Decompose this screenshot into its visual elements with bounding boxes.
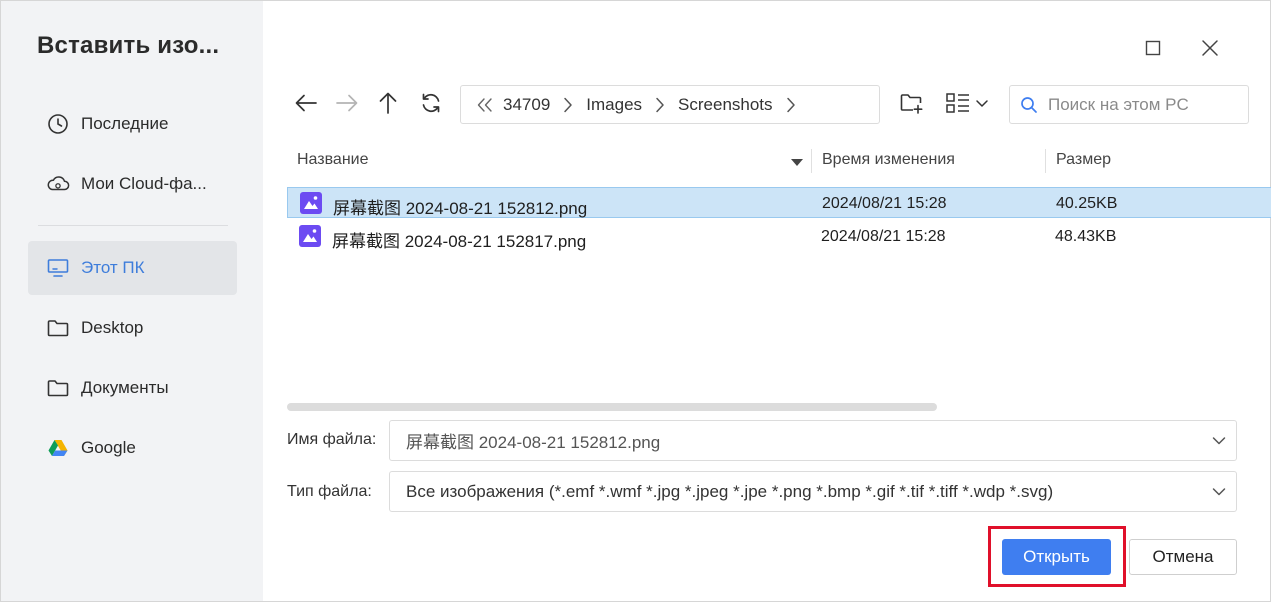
sort-descending-icon <box>791 154 803 172</box>
file-row[interactable]: 屏幕截图 2024-08-21 152812.png 2024/08/21 15… <box>287 187 1271 218</box>
chevron-right-icon <box>556 95 580 115</box>
refresh-icon <box>420 92 442 119</box>
chevron-down-icon[interactable] <box>1212 484 1226 505</box>
image-file-icon <box>300 192 322 214</box>
dialog-title: Вставить изо... <box>37 32 220 59</box>
address-bar[interactable]: 34709 Images Screenshots <box>460 85 880 124</box>
forward-arrow-icon <box>335 93 359 118</box>
monitor-icon <box>46 256 70 280</box>
column-header-size[interactable]: Размер <box>1056 151 1111 169</box>
google-drive-icon <box>46 436 70 460</box>
file-size: 40.25KB <box>1056 195 1118 212</box>
file-modified: 2024/08/21 15:28 <box>821 228 946 245</box>
filetype-select[interactable]: Все изображения (*.emf *.wmf *.jpg *.jpe… <box>389 471 1237 512</box>
up-button[interactable] <box>373 90 403 120</box>
column-divider[interactable] <box>1045 149 1046 173</box>
up-arrow-icon <box>378 91 398 120</box>
chevron-right-icon <box>648 95 672 115</box>
forward-button[interactable] <box>332 90 362 120</box>
close-icon <box>1201 39 1219 62</box>
filetype-label: Тип файла: <box>287 483 372 500</box>
sidebar-item-google[interactable]: Google <box>28 421 237 475</box>
view-mode-button[interactable] <box>944 90 992 120</box>
folder-icon <box>46 316 70 340</box>
sidebar-item-cloud[interactable]: Мои Cloud-фа... <box>28 157 237 211</box>
filename-field[interactable]: 屏幕截图 2024-08-21 152812.png <box>389 420 1237 461</box>
sidebar-item-desktop[interactable]: Desktop <box>28 301 237 355</box>
search-icon <box>1020 96 1038 119</box>
new-folder-icon <box>900 92 924 119</box>
cloud-icon <box>46 172 70 196</box>
sidebar-item-label: Документы <box>81 378 169 397</box>
new-folder-button[interactable] <box>897 90 927 120</box>
file-row[interactable]: 屏幕截图 2024-08-21 152817.png 2024/08/21 15… <box>287 221 1271 252</box>
breadcrumb-item[interactable]: Images <box>580 95 648 115</box>
sidebar: Вставить изо... Последние Мои Cloud-фа..… <box>1 1 263 601</box>
image-file-icon <box>299 225 321 247</box>
sidebar-item-label: Мои Cloud-фа... <box>81 174 207 193</box>
sidebar-item-this-pc[interactable]: Этот ПК <box>28 241 237 295</box>
sidebar-item-recent[interactable]: Последние <box>28 97 237 151</box>
breadcrumb-item[interactable]: Screenshots <box>672 95 779 115</box>
filename-label: Имя файла: <box>287 431 377 448</box>
search-input[interactable] <box>1048 94 1243 116</box>
maximize-button[interactable] <box>1140 37 1166 63</box>
filetype-value: Все изображения (*.emf *.wmf *.jpg *.jpe… <box>406 481 1054 501</box>
sidebar-item-label: Google <box>81 438 136 457</box>
sidebar-item-label: Desktop <box>81 318 144 337</box>
column-header-name[interactable]: Название <box>297 151 369 169</box>
clock-icon <box>46 112 70 136</box>
filename-value: 屏幕截图 2024-08-21 152812.png <box>406 433 661 452</box>
column-header-modified[interactable]: Время изменения <box>822 151 955 169</box>
column-divider[interactable] <box>811 149 812 173</box>
chevron-down-icon[interactable] <box>1212 433 1226 454</box>
refresh-button[interactable] <box>416 90 446 120</box>
maximize-icon <box>1145 40 1161 61</box>
open-button[interactable]: Открыть <box>1002 539 1111 575</box>
folder-icon <box>46 376 70 400</box>
file-name: 屏幕截图 2024-08-21 152817.png <box>332 232 587 251</box>
sidebar-divider <box>38 225 228 226</box>
close-button[interactable] <box>1197 37 1223 63</box>
file-size: 48.43KB <box>1055 228 1117 245</box>
horizontal-scrollbar[interactable] <box>287 403 937 411</box>
sidebar-item-documents[interactable]: Документы <box>28 361 237 415</box>
back-button[interactable] <box>291 90 321 120</box>
cancel-button[interactable]: Отмена <box>1129 539 1237 575</box>
file-name: 屏幕截图 2024-08-21 152812.png <box>333 199 588 218</box>
search-box[interactable] <box>1009 85 1249 124</box>
file-open-dialog: Вставить изо... Последние Мои Cloud-фа..… <box>0 0 1271 602</box>
file-modified: 2024/08/21 15:28 <box>822 195 947 212</box>
chevron-right-icon[interactable] <box>779 95 803 115</box>
view-mode-icon <box>945 92 991 119</box>
sidebar-item-label: Этот ПК <box>81 258 145 277</box>
sidebar-item-label: Последние <box>81 114 169 133</box>
breadcrumb-item[interactable]: 34709 <box>497 95 556 115</box>
back-arrow-icon <box>294 93 318 118</box>
double-chevron-left-icon[interactable] <box>473 95 497 115</box>
